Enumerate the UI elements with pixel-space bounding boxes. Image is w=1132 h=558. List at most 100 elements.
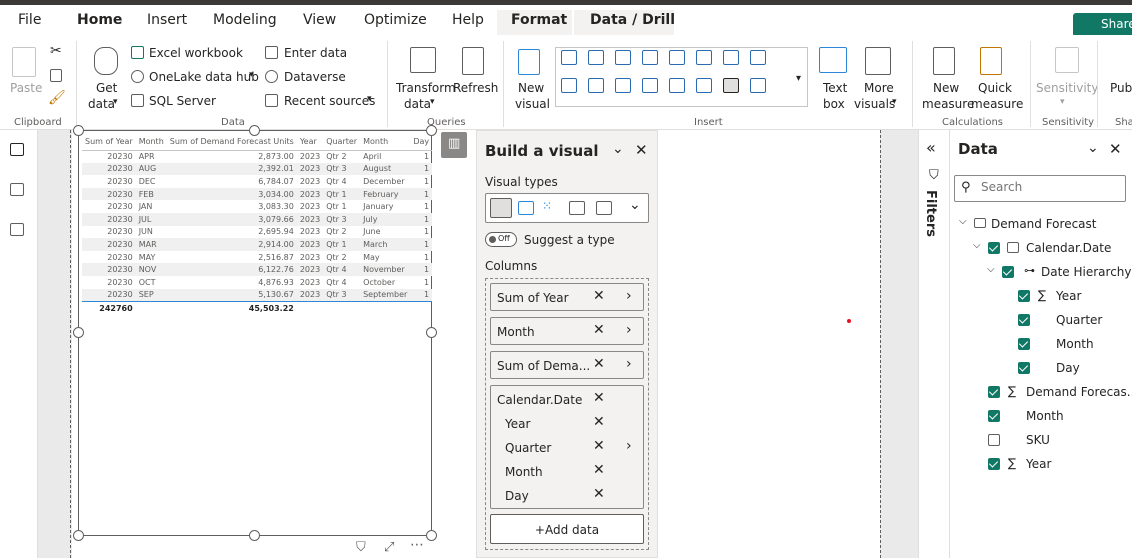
resize-handle[interactable]: [426, 530, 437, 541]
table-row[interactable]: 20230 OCT 4,876.93 2023 Qtr 4 October 1: [82, 276, 432, 289]
column-header[interactable]: Month: [360, 134, 411, 151]
table-row[interactable]: 20230 AUG 2,392.01 2023 Qtr 3 August 1: [82, 162, 433, 176]
remove-level-icon[interactable]: ✕: [593, 438, 605, 454]
text-box-button[interactable]: Text: [823, 81, 847, 95]
format-painter-icon[interactable]: 🖌: [48, 90, 66, 106]
tab-modeling[interactable]: Modeling: [213, 12, 277, 28]
field-pill-month[interactable]: Month: [490, 317, 644, 345]
pie-visual-icon[interactable]: [750, 50, 766, 65]
collapse-chevron-icon[interactable]: ⌄: [1087, 140, 1099, 156]
model-view-icon[interactable]: [10, 223, 24, 236]
tab-view[interactable]: View: [303, 12, 336, 28]
copy-icon[interactable]: [50, 69, 62, 82]
suggest-toggle[interactable]: Off: [485, 232, 517, 247]
column-header[interactable]: Month: [135, 134, 167, 151]
more-options-icon[interactable]: ⋯: [410, 537, 424, 553]
resize-handle[interactable]: [73, 530, 84, 541]
table-row[interactable]: 20230 NOV 6,122.76 2023 Qtr 4 November 1: [82, 263, 433, 276]
column-header[interactable]: Sum of Year: [82, 134, 136, 151]
collapse-chevron-icon[interactable]: ⌄: [612, 141, 624, 157]
search-box[interactable]: ⚲: [954, 175, 1126, 202]
text-box-label2[interactable]: box: [823, 97, 845, 111]
collapse-double-chevron-icon[interactable]: «: [926, 138, 936, 157]
clustered-bar-visual-icon[interactable]: [615, 50, 631, 65]
tree-table-demand-forecast[interactable]: Demand Forecast: [991, 217, 1096, 231]
search-input[interactable]: [981, 180, 1121, 194]
new-measure-button[interactable]: New: [933, 81, 959, 95]
recent-sources-button[interactable]: Recent sources: [284, 94, 375, 108]
card-visual-icon[interactable]: [669, 78, 685, 93]
visual-types-expand-icon[interactable]: ⌄: [629, 197, 641, 213]
remove-field-icon[interactable]: ✕: [593, 288, 605, 304]
table-row[interactable]: 20230 DEC 6,784.07 2023 Qtr 4 December 1: [82, 175, 432, 188]
hierarchy-level-month[interactable]: Month: [505, 465, 543, 479]
resize-handle[interactable]: [73, 125, 84, 136]
resize-handle[interactable]: [426, 327, 437, 338]
area-visual-icon[interactable]: [696, 50, 712, 65]
checkbox-checked[interactable]: [1018, 338, 1030, 350]
remove-field-icon[interactable]: ✕: [593, 322, 605, 338]
sql-server-button[interactable]: SQL Server: [149, 94, 216, 108]
tree-level-day[interactable]: Day: [1056, 361, 1080, 375]
table-row[interactable]: 20230 MAR 2,914.00 2023 Qtr 1 March 1: [82, 238, 433, 251]
clustered-column-visual-icon[interactable]: [642, 50, 658, 65]
tab-home[interactable]: Home: [77, 12, 122, 28]
field-chevron-right-icon[interactable]: ›: [626, 356, 632, 372]
table-row[interactable]: 20230 SEP 5,130.67 2023 Qtr 3 September 1: [82, 288, 433, 302]
more-visuals-button[interactable]: More: [864, 81, 894, 95]
checkbox-checked[interactable]: [988, 386, 1000, 398]
checkbox-unchecked[interactable]: [988, 434, 1000, 446]
new-visual-button[interactable]: New: [518, 81, 544, 95]
checkbox-checked[interactable]: [1018, 290, 1030, 302]
remove-field-icon[interactable]: ✕: [593, 356, 605, 372]
expand-chevron-icon[interactable]: ⌵: [987, 264, 995, 275]
table-row[interactable]: 20230 JUL 3,079.66 2023 Qtr 3 July 1: [82, 212, 433, 226]
close-icon[interactable]: ✕: [635, 141, 648, 159]
table-row[interactable]: 20230 FEB 3,034.00 2023 Qtr 1 February 1: [82, 187, 433, 201]
field-chevron-right-icon[interactable]: ›: [626, 288, 632, 304]
checkbox-checked[interactable]: [1018, 362, 1030, 374]
checkbox-checked[interactable]: [988, 458, 1000, 470]
cut-icon[interactable]: ✂: [50, 43, 62, 59]
bar-type-icon[interactable]: [569, 201, 585, 215]
tree-field-year[interactable]: Year: [1026, 457, 1051, 471]
remove-level-icon[interactable]: ✕: [593, 414, 605, 430]
remove-level-icon[interactable]: ✕: [593, 486, 605, 502]
treemap-visual-icon[interactable]: [588, 78, 604, 93]
column-header[interactable]: Day: [410, 134, 433, 151]
stacked-bar-type-icon[interactable]: [596, 201, 612, 215]
gallery-more-chevron-icon[interactable]: ▾: [796, 73, 801, 84]
onelake-data-hub-button[interactable]: OneLake data hub: [149, 70, 259, 84]
report-view-icon[interactable]: [10, 143, 24, 156]
publish-button[interactable]: Publi: [1110, 81, 1132, 95]
tab-insert[interactable]: Insert: [147, 12, 187, 28]
table-view-icon[interactable]: [10, 183, 24, 196]
resize-handle[interactable]: [426, 125, 437, 136]
field-pill-sum-of-year[interactable]: Sum of Year: [490, 283, 644, 311]
table-row[interactable]: 20230 JAN 3,083.30 2023 Qtr 1 January 1: [82, 200, 432, 213]
sensitivity-button[interactable]: Sensitivity: [1036, 81, 1098, 95]
hierarchy-level-year[interactable]: Year: [505, 417, 530, 431]
field-chevron-right-icon[interactable]: ›: [626, 322, 632, 338]
checkbox-checked[interactable]: [988, 242, 1000, 254]
column-header[interactable]: Sum of Demand Forecast Units: [166, 134, 297, 151]
ribbon-chart-visual-icon[interactable]: [723, 50, 739, 65]
tree-level-month[interactable]: Month: [1056, 337, 1094, 351]
table-row[interactable]: 20230 JUN 2,695.94 2023 Qtr 2 June 1: [82, 226, 432, 239]
focus-mode-icon[interactable]: ⤢: [384, 540, 394, 555]
table-row[interactable]: 20230 MAY 2,516.87 2023 Qtr 2 May 1: [82, 251, 432, 264]
column-header[interactable]: Year: [296, 134, 324, 151]
get-data-button[interactable]: Get: [96, 81, 117, 95]
field-pill-sum-of-demand[interactable]: Sum of Dema...: [490, 351, 644, 379]
expand-chevron-icon[interactable]: ⌵: [973, 240, 981, 251]
new-visual-label2[interactable]: visual: [515, 97, 550, 111]
resize-handle[interactable]: [73, 327, 84, 338]
tab-format[interactable]: Format: [511, 12, 567, 28]
checkbox-checked[interactable]: [1018, 314, 1030, 326]
tree-date-hierarchy[interactable]: Date Hierarchy: [1041, 265, 1132, 279]
paste-button[interactable]: Paste: [10, 81, 42, 95]
stacked-bar-visual-icon[interactable]: [561, 50, 577, 65]
enter-data-button[interactable]: Enter data: [284, 46, 347, 60]
table-type-icon[interactable]: [490, 198, 512, 218]
matrix-visual-icon[interactable]: [750, 78, 766, 93]
